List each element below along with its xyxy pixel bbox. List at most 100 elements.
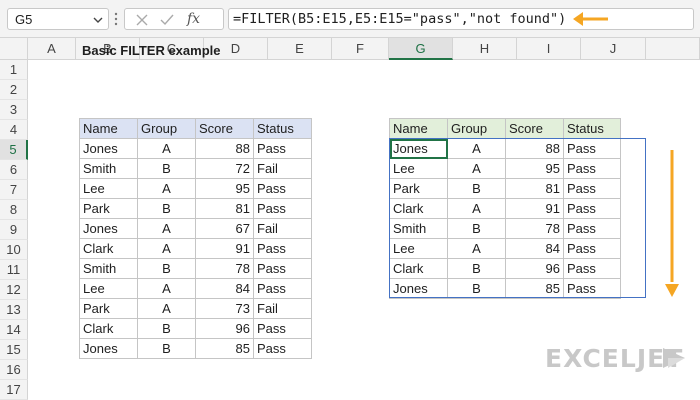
status-cell[interactable]: Pass [253, 338, 312, 359]
score-cell[interactable]: 96 [195, 318, 254, 339]
name-cell[interactable]: Lee [79, 278, 138, 299]
group-cell[interactable]: A [137, 178, 196, 199]
group-cell[interactable]: A [137, 278, 196, 299]
insert-function-icon[interactable]: fx [187, 11, 200, 27]
select-all-corner[interactable] [0, 38, 28, 60]
row-header-11[interactable]: 11 [0, 260, 28, 280]
group-cell[interactable]: A [137, 218, 196, 239]
status-cell[interactable]: Fail [253, 298, 312, 319]
row-header-15[interactable]: 15 [0, 340, 28, 360]
more-options-icon[interactable] [113, 12, 119, 26]
row-header-16[interactable]: 16 [0, 360, 28, 380]
row-header-1[interactable]: 1 [0, 60, 28, 80]
score-cell[interactable]: 91 [195, 238, 254, 259]
column-header-score[interactable]: Score [505, 118, 564, 139]
table-header-row: Name Group Score Status [79, 118, 312, 139]
spill-range-border [389, 138, 646, 298]
row-header-9[interactable]: 9 [0, 220, 28, 240]
row-header-14[interactable]: 14 [0, 320, 28, 340]
name-cell[interactable]: Jones [79, 218, 138, 239]
name-cell[interactable]: Smith [79, 258, 138, 279]
score-cell[interactable]: 67 [195, 218, 254, 239]
status-cell[interactable]: Fail [253, 218, 312, 239]
group-cell[interactable]: A [137, 238, 196, 259]
name-cell[interactable]: Jones [79, 138, 138, 159]
column-header-group[interactable]: Group [137, 118, 196, 139]
row-header-7[interactable]: 7 [0, 180, 28, 200]
row-header-5[interactable]: 5 [0, 140, 28, 160]
name-cell[interactable]: Park [79, 298, 138, 319]
group-cell[interactable]: B [137, 258, 196, 279]
score-cell[interactable]: 95 [195, 178, 254, 199]
column-header-name[interactable]: Name [389, 118, 448, 139]
column-header-f[interactable]: F [332, 38, 389, 60]
name-box-value: G5 [15, 12, 33, 27]
status-cell[interactable]: Pass [253, 258, 312, 279]
name-cell[interactable]: Lee [79, 178, 138, 199]
column-header-score[interactable]: Score [195, 118, 254, 139]
score-cell[interactable]: 73 [195, 298, 254, 319]
name-cell[interactable]: Clark [79, 318, 138, 339]
name-cell[interactable]: Park [79, 198, 138, 219]
column-header-filler [646, 38, 700, 60]
arrow-down-icon [665, 150, 679, 297]
status-cell[interactable]: Pass [253, 138, 312, 159]
cancel-icon[interactable] [135, 13, 149, 27]
row-header-8[interactable]: 8 [0, 200, 28, 220]
column-header-a[interactable]: A [28, 38, 76, 60]
table-row: Clark A 91 Pass [79, 238, 312, 259]
row-header-12[interactable]: 12 [0, 280, 28, 300]
table-row: Smith B 72 Fail [79, 158, 312, 179]
group-cell[interactable]: B [137, 198, 196, 219]
column-header-status[interactable]: Status [253, 118, 312, 139]
score-cell[interactable]: 88 [195, 138, 254, 159]
table-row: Park A 73 Fail [79, 298, 312, 319]
group-cell[interactable]: A [137, 138, 196, 159]
row-header-4[interactable]: 4 [0, 120, 28, 140]
formula-input[interactable]: =FILTER(B5:E15,E5:E15="pass","not found"… [228, 8, 694, 30]
name-cell[interactable]: Smith [79, 158, 138, 179]
group-cell[interactable]: B [137, 158, 196, 179]
status-cell[interactable]: Pass [253, 178, 312, 199]
row-header-3[interactable]: 3 [0, 100, 28, 120]
formula-buttons: fx [124, 8, 224, 30]
status-cell[interactable]: Pass [253, 318, 312, 339]
table-header-row: Name Group Score Status [389, 118, 621, 139]
column-header-status[interactable]: Status [563, 118, 621, 139]
column-header-j[interactable]: J [581, 38, 646, 60]
name-box[interactable]: G5 [7, 8, 109, 30]
score-cell[interactable]: 85 [195, 338, 254, 359]
table-row: Lee A 95 Pass [79, 178, 312, 199]
status-cell[interactable]: Pass [253, 238, 312, 259]
table-row: Jones A 88 Pass [79, 138, 312, 159]
name-cell[interactable]: Jones [79, 338, 138, 359]
table-row: Lee A 84 Pass [79, 278, 312, 299]
formula-bar: G5 fx =FILTER(B5:E15,E5:E15="pass","not … [0, 0, 700, 38]
row-header-13[interactable]: 13 [0, 300, 28, 320]
name-cell[interactable]: Clark [79, 238, 138, 259]
group-cell[interactable]: B [137, 338, 196, 359]
group-cell[interactable]: A [137, 298, 196, 319]
enter-icon[interactable] [159, 13, 175, 27]
group-cell[interactable]: B [137, 318, 196, 339]
row-header-10[interactable]: 10 [0, 240, 28, 260]
status-cell[interactable]: Pass [253, 278, 312, 299]
sheet-title: Basic FILTER example [82, 43, 221, 58]
row-header-17[interactable]: 17 [0, 380, 28, 400]
score-cell[interactable]: 72 [195, 158, 254, 179]
status-cell[interactable]: Pass [253, 198, 312, 219]
column-header-i[interactable]: I [517, 38, 581, 60]
chevron-down-icon[interactable] [93, 15, 103, 25]
column-header-group[interactable]: Group [447, 118, 506, 139]
table-row: Park B 81 Pass [79, 198, 312, 219]
row-header-2[interactable]: 2 [0, 80, 28, 100]
status-cell[interactable]: Fail [253, 158, 312, 179]
column-header-g[interactable]: G [389, 38, 453, 60]
column-header-e[interactable]: E [268, 38, 332, 60]
score-cell[interactable]: 81 [195, 198, 254, 219]
score-cell[interactable]: 78 [195, 258, 254, 279]
column-header-name[interactable]: Name [79, 118, 138, 139]
score-cell[interactable]: 84 [195, 278, 254, 299]
row-header-6[interactable]: 6 [0, 160, 28, 180]
column-header-h[interactable]: H [453, 38, 517, 60]
